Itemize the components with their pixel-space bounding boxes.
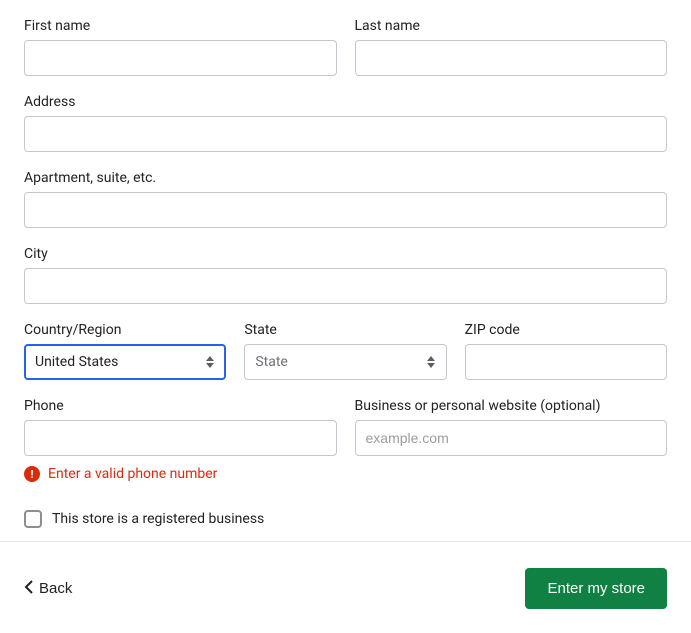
- country-label: Country/Region: [24, 322, 226, 338]
- website-label: Business or personal website (optional): [355, 398, 668, 414]
- last-name-label: Last name: [355, 18, 668, 34]
- error-icon: !: [24, 466, 40, 482]
- address-label: Address: [24, 94, 667, 110]
- city-label: City: [24, 246, 667, 262]
- apartment-label: Apartment, suite, etc.: [24, 170, 667, 186]
- footer: Back Enter my store: [0, 541, 691, 609]
- registered-business-label: This store is a registered business: [52, 511, 264, 527]
- first-name-input[interactable]: [24, 40, 337, 76]
- state-select[interactable]: State: [244, 344, 446, 380]
- phone-label: Phone: [24, 398, 337, 414]
- zip-input[interactable]: [465, 344, 667, 380]
- last-name-input[interactable]: [355, 40, 668, 76]
- phone-error-text: Enter a valid phone number: [48, 466, 217, 482]
- first-name-label: First name: [24, 18, 337, 34]
- back-button[interactable]: Back: [24, 576, 72, 602]
- sort-icon: [424, 353, 438, 371]
- country-select-value: United States: [35, 354, 118, 370]
- sort-icon: [203, 353, 217, 371]
- city-input[interactable]: [24, 268, 667, 304]
- country-select[interactable]: United States: [24, 344, 226, 380]
- phone-input[interactable]: [24, 420, 337, 456]
- website-input[interactable]: [355, 420, 668, 456]
- state-label: State: [244, 322, 446, 338]
- back-button-label: Back: [39, 580, 72, 597]
- registered-business-checkbox[interactable]: [24, 510, 42, 528]
- chevron-left-icon: [24, 580, 33, 598]
- submit-button[interactable]: Enter my store: [525, 568, 667, 609]
- state-select-value: State: [255, 354, 288, 370]
- phone-error: ! Enter a valid phone number: [24, 466, 337, 482]
- address-input[interactable]: [24, 116, 667, 152]
- zip-label: ZIP code: [465, 322, 667, 338]
- form-area: First name Last name Address Apartment, …: [24, 18, 667, 541]
- apartment-input[interactable]: [24, 192, 667, 228]
